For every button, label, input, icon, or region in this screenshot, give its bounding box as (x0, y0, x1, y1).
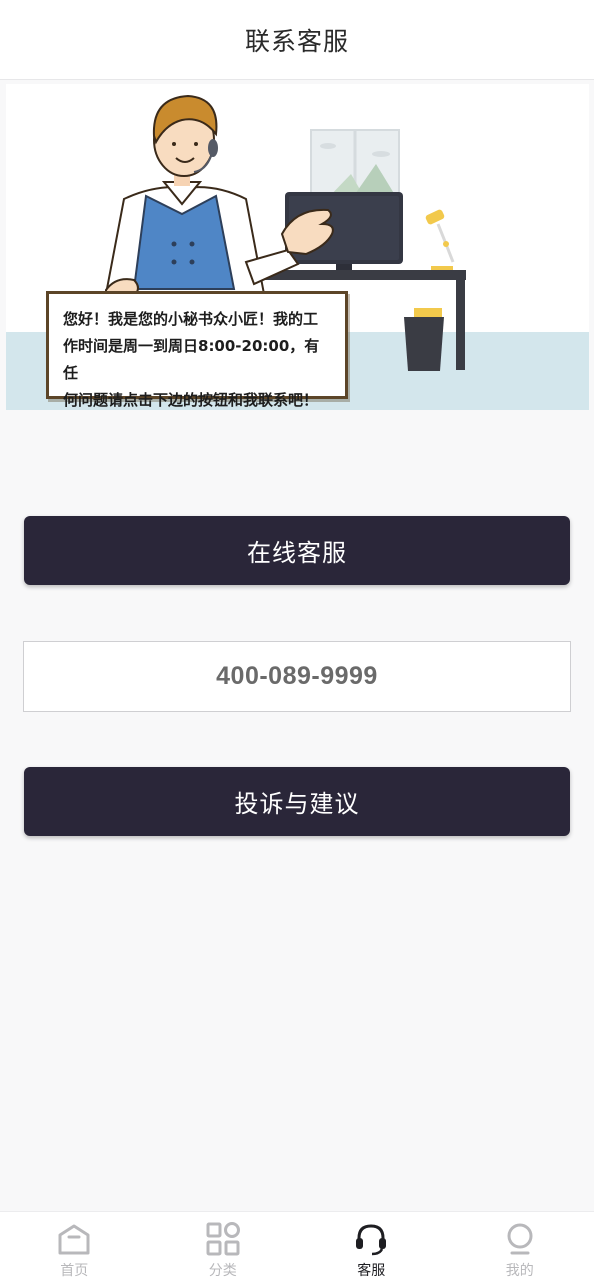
top-header: 联系客服 (0, 0, 594, 80)
tab-profile[interactable]: 我的 (446, 1212, 594, 1280)
speech-line: 何问题请点击下边的按钮和我联系吧！ (63, 391, 319, 409)
home-icon (56, 1221, 92, 1256)
speech-line: 您好！我是您的小秘书众小匠！我的工 (63, 310, 319, 328)
trash-bin-graphic (404, 308, 444, 371)
window-graphic (310, 129, 400, 201)
tab-category[interactable]: 分类 (149, 1212, 298, 1280)
headset-icon (353, 1221, 389, 1256)
tab-customer-service[interactable]: 客服 (297, 1212, 446, 1280)
lamp-graphic (425, 209, 455, 270)
complaint-suggestion-button[interactable]: 投诉与建议 (24, 767, 570, 836)
greeting-speech-card: 您好！我是您的小秘书众小匠！我的工 作时间是周一到周日8:00-20:00，有任… (46, 291, 348, 409)
tab-label: 客服 (357, 1263, 386, 1279)
customer-service-banner: 您好！我是您的小秘书众小匠！我的工 作时间是周一到周日8:00-20:00，有任… (6, 84, 589, 410)
tab-label: 首页 (60, 1263, 89, 1279)
phone-number-button[interactable]: 400-089-9999 (23, 641, 571, 712)
tab-home[interactable]: 首页 (0, 1212, 149, 1280)
tab-label: 我的 (505, 1263, 534, 1279)
bottom-tab-bar: 首页 分类 客服 我的 (0, 1211, 594, 1280)
online-service-button[interactable]: 在线客服 (24, 516, 570, 585)
tab-label: 分类 (208, 1263, 237, 1279)
page-title: 联系客服 (244, 26, 349, 56)
grid-icon (205, 1221, 241, 1256)
speech-line: 作时间是周一到周日8:00-20:00，有任 (63, 337, 320, 382)
profile-icon (502, 1221, 538, 1256)
